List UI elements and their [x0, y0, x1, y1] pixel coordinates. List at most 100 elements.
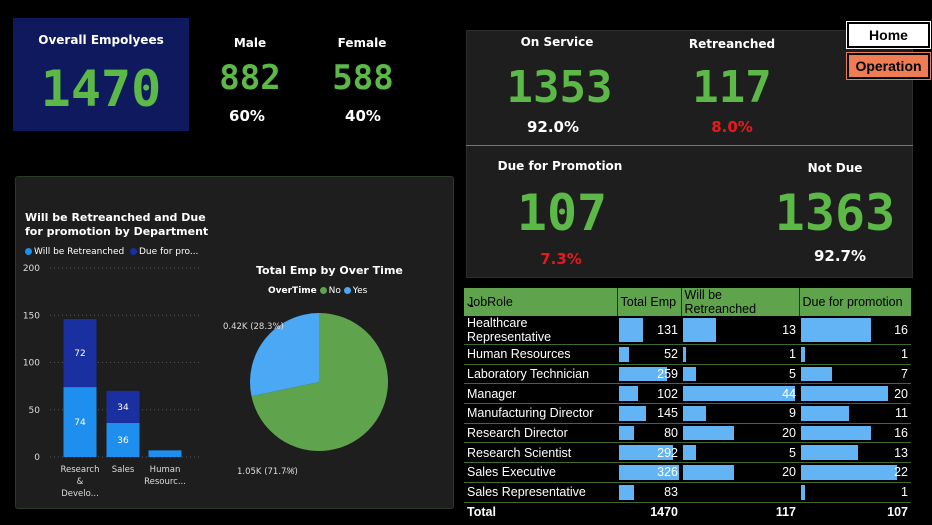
value-cell: 11 — [799, 403, 911, 424]
cell-value: 326 — [657, 465, 678, 480]
cell-value: 20 — [782, 465, 796, 480]
value-cell: 83 — [617, 482, 681, 503]
value-cell: 52 — [617, 344, 681, 365]
value-cell: 131 — [617, 316, 681, 345]
retreanched-pct: 8.0% — [711, 118, 753, 136]
jobrole-cell: Sales Representative — [464, 482, 617, 503]
slice-label-no: 1.05K (71.7%) — [237, 467, 298, 477]
value-cell: 13 — [681, 316, 799, 345]
retreanched-label: Retreanched — [688, 37, 776, 51]
table-row[interactable]: Healthcare Representative 131 13 16 — [464, 316, 911, 345]
cell-value: 1 — [789, 347, 796, 362]
x-tick-label: Sales — [112, 465, 135, 475]
jobrole-cell: Human Resources — [464, 344, 617, 365]
cell-value: 20 — [782, 426, 796, 441]
jobrole-cell: Sales Executive — [464, 462, 617, 483]
data-label: 74 — [74, 418, 86, 428]
bar-chart-title: Will be Retreanched and Due for promotio… — [25, 211, 209, 238]
jobrole-table: JobRole ▲ Total Emp Will be Retreanched D… — [464, 288, 911, 522]
value-cell: 1 — [681, 344, 799, 365]
male-value: 882 — [219, 58, 281, 98]
total-label: Total — [464, 501, 617, 522]
value-cell: 20 — [681, 423, 799, 444]
value-cell: 5 — [681, 442, 799, 464]
jobrole-cell: Laboratory Technician — [464, 364, 617, 385]
female-value: 588 — [332, 58, 394, 98]
table-row[interactable]: Manufacturing Director 145 9 11 — [464, 403, 911, 424]
cell-value: 1 — [901, 485, 908, 500]
value-cell: 7 — [799, 364, 911, 385]
cell-value: 5 — [789, 445, 796, 460]
pie-chart: 0.42K (28.3%) 1.05K (71.7%) — [223, 313, 388, 477]
jobrole-cell: Research Scientist — [464, 442, 617, 464]
due-promotion-label: Due for Promotion — [497, 159, 623, 173]
operation-button[interactable]: Operation — [846, 52, 931, 80]
cell-value: 22 — [894, 465, 908, 480]
cell-value: 83 — [664, 485, 678, 500]
female-label: Female — [337, 36, 387, 50]
value-cell: 80 — [617, 423, 681, 444]
cell-value: 16 — [894, 426, 908, 441]
cell-value: 13 — [894, 445, 908, 460]
y-tick-label: 100 — [23, 359, 40, 369]
cell-value: 259 — [657, 367, 678, 382]
cell-value: 9 — [789, 406, 796, 421]
x-tick-label: Research & Develo... — [61, 465, 100, 499]
table-total-row: Total 1470 117 107 — [464, 501, 911, 522]
pie-legend-title: OverTime — [268, 286, 317, 296]
table-row[interactable]: Human Resources 52 1 1 — [464, 344, 911, 365]
legend-no: No — [328, 286, 341, 296]
data-label: 36 — [117, 436, 129, 446]
table-row[interactable]: Research Director 80 20 16 — [464, 423, 911, 444]
legend-retreanched: Will be Retreanched — [34, 247, 125, 257]
cell-value: 11 — [895, 406, 908, 421]
bar-chart-legend: Will be Retreanched Due for pro... — [25, 247, 198, 257]
header-total-emp[interactable]: Total Emp — [617, 288, 682, 316]
header-due-promotion[interactable]: Due for promotion — [799, 288, 911, 316]
value-cell: 9 — [681, 403, 799, 424]
value-cell: 20 — [681, 462, 799, 483]
table-row[interactable]: Laboratory Technician 259 5 7 — [464, 364, 911, 385]
table-row[interactable]: Sales Executive 326 20 22 — [464, 462, 911, 483]
retreanched-value: 117 — [692, 62, 772, 113]
home-button[interactable]: Home — [846, 21, 931, 49]
overall-employees-value: 1470 — [40, 60, 162, 118]
value-cell: 326 — [617, 462, 681, 483]
header-jobrole[interactable]: JobRole ▲ — [464, 288, 618, 316]
not-due-pct: 92.7% — [813, 247, 867, 265]
on-service-label: On Service — [520, 35, 594, 49]
table-row[interactable]: Sales Representative 83 1 — [464, 482, 911, 503]
table-row[interactable]: Manager 102 44 20 — [464, 383, 911, 405]
cell-value: 13 — [782, 323, 796, 337]
sort-asc-icon[interactable]: ▲ — [468, 302, 475, 309]
cell-value: 7 — [901, 367, 908, 382]
x-tick-label: Human Resourc... — [144, 465, 186, 487]
total-value: 107 — [799, 501, 911, 522]
cell-value: 145 — [657, 406, 678, 421]
bar-chart: 0 50 100 150 200 74 72 36 34 Research & Develo... Sa… — [23, 264, 200, 499]
pie-chart-legend: OverTime No Yes — [268, 286, 367, 296]
not-due-label: Not Due — [807, 161, 863, 175]
value-cell: 1 — [799, 482, 911, 503]
y-tick-label: 0 — [34, 453, 40, 463]
cell-value: 16 — [894, 323, 908, 337]
male-pct: 60% — [229, 107, 265, 125]
value-cell — [681, 482, 799, 503]
cell-value: 52 — [664, 347, 678, 362]
cell-value: 5 — [789, 367, 796, 382]
value-cell: 102 — [617, 383, 681, 405]
cell-value: 1 — [901, 347, 908, 362]
y-tick-label: 150 — [23, 311, 40, 321]
pie-chart-title: Total Emp by Over Time — [256, 264, 403, 277]
data-label: 34 — [117, 403, 129, 413]
header-retreanched[interactable]: Will be Retreanched — [681, 288, 800, 316]
y-tick-label: 200 — [23, 264, 40, 274]
overall-employees-label: Overall Empolyees — [38, 33, 164, 47]
jobrole-cell: Manufacturing Director — [464, 403, 617, 424]
value-cell: 5 — [681, 364, 799, 385]
value-cell: 16 — [799, 316, 911, 345]
cell-value: 102 — [657, 386, 678, 401]
table-row[interactable]: Research Scientist 292 5 13 — [464, 442, 911, 464]
legend-due: Due for pro... — [139, 247, 199, 257]
bar-retreanched — [148, 450, 182, 457]
